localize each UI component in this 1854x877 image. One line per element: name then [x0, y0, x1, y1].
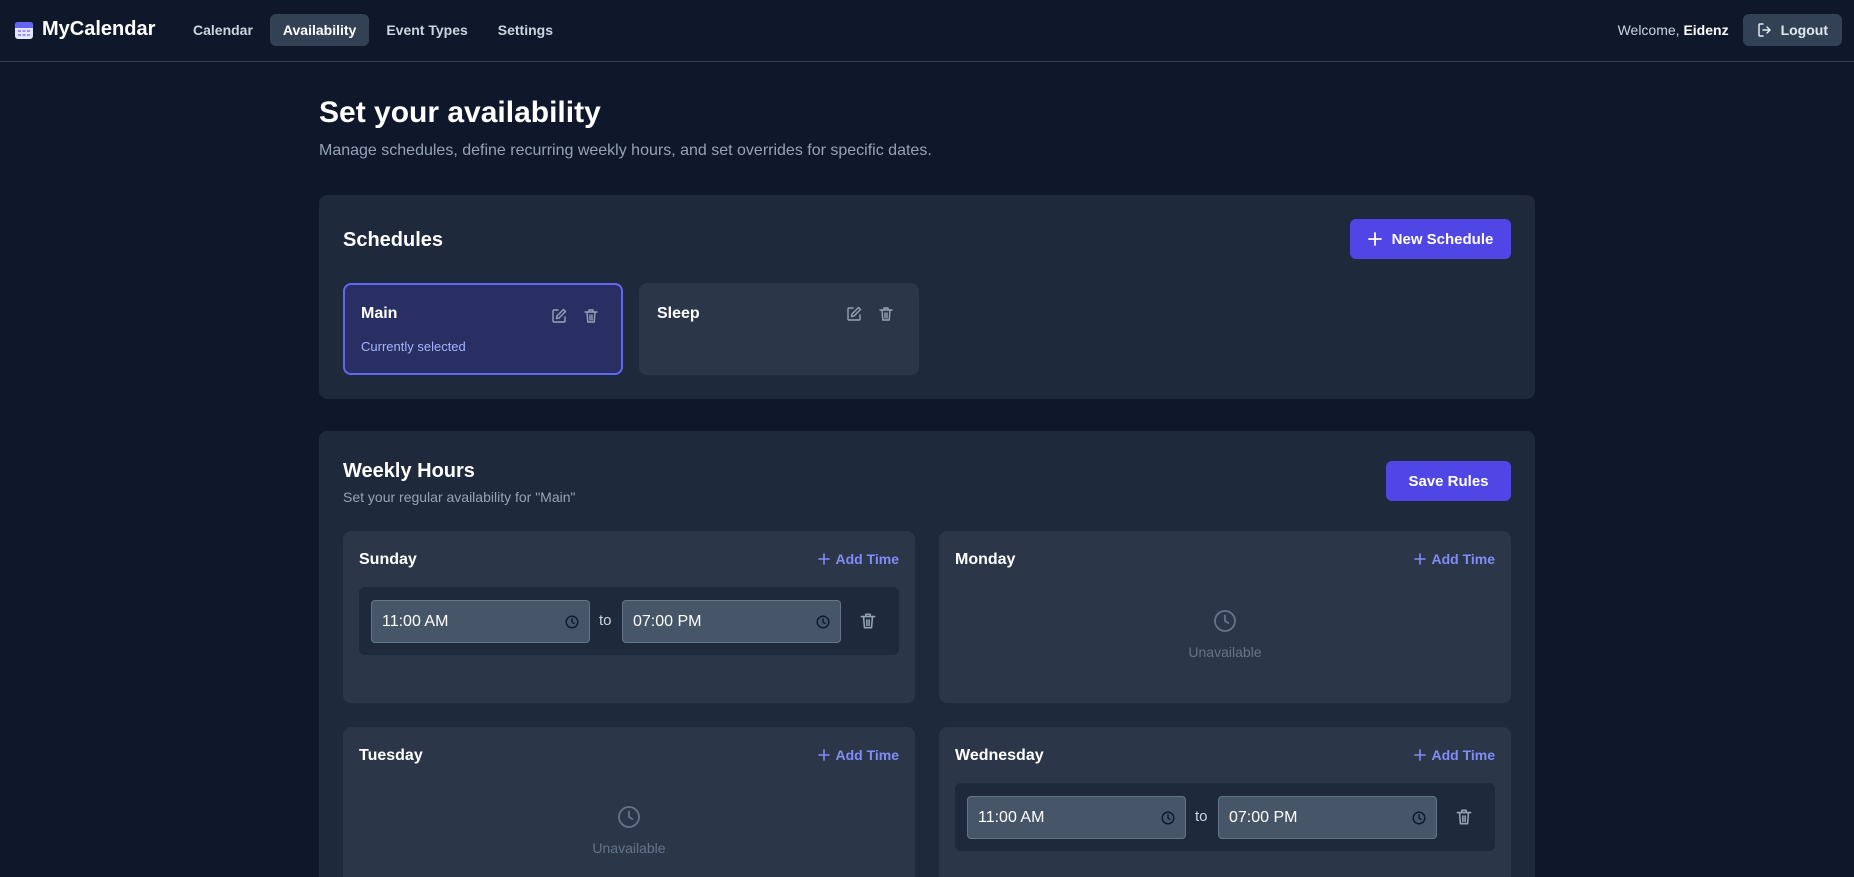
start-time-input[interactable]: 11:00 AM	[371, 600, 590, 643]
page-subtitle: Manage schedules, define recurring weekl…	[319, 142, 932, 159]
weekly-hours-subtitle: Set your regular availability for "Main"	[343, 489, 576, 505]
plus-icon	[1367, 232, 1382, 246]
clock-icon[interactable]	[1412, 810, 1426, 825]
page-title: Set your availability	[319, 96, 601, 129]
day-name: Sunday	[359, 551, 417, 568]
nav-user-area: Welcome, Eidenz Logout	[1618, 14, 1842, 46]
time-slot: 11:00 AM to 07:00 PM	[359, 587, 899, 655]
day-name: Wednesday	[955, 747, 1044, 764]
weekly-hours-card: Weekly Hours Set your regular availabili…	[319, 431, 1535, 877]
trash-icon[interactable]	[582, 307, 600, 325]
day-panel-monday: Monday Add Time Unavailable	[939, 531, 1511, 703]
top-navbar: MyCalendar Calendar Availability Event T…	[0, 0, 1854, 62]
day-name: Tuesday	[359, 747, 423, 764]
plus-icon	[818, 749, 831, 761]
start-time-value: 11:00 AM	[978, 808, 1045, 826]
schedules-title: Schedules	[343, 229, 444, 251]
clock-icon[interactable]	[1161, 810, 1175, 825]
unavailable-text: Unavailable	[1188, 644, 1262, 660]
end-time-value: 07:00 PM	[1229, 808, 1298, 826]
username: Eidenz	[1683, 22, 1729, 38]
logout-label: Logout	[1780, 22, 1828, 38]
trash-icon[interactable]	[877, 305, 895, 323]
welcome-text: Welcome, Eidenz	[1618, 22, 1729, 38]
logout-button[interactable]: Logout	[1742, 14, 1842, 46]
trash-icon[interactable]	[858, 611, 878, 631]
edit-icon[interactable]	[550, 307, 568, 325]
welcome-prefix: Welcome,	[1617, 22, 1680, 38]
add-time-button[interactable]: Add Time	[1414, 747, 1495, 763]
calendar-icon	[15, 21, 33, 39]
end-time-value: 07:00 PM	[633, 612, 702, 630]
schedule-tile-sleep[interactable]: Sleep	[639, 283, 919, 375]
new-schedule-button[interactable]: New Schedule	[1350, 219, 1511, 259]
add-time-button[interactable]: Add Time	[818, 551, 899, 567]
schedule-name: Main	[361, 305, 398, 322]
nav-link-availability[interactable]: Availability	[269, 14, 370, 46]
clock-icon	[618, 806, 640, 828]
start-time-value: 11:00 AM	[382, 612, 449, 630]
add-time-label: Add Time	[835, 747, 899, 763]
unavailable-state: Unavailable	[939, 609, 1511, 660]
to-label: to	[599, 612, 612, 629]
unavailable-state: Unavailable	[343, 805, 915, 856]
plus-icon	[818, 553, 831, 565]
add-time-button[interactable]: Add Time	[1414, 551, 1495, 567]
clock-icon[interactable]	[816, 614, 830, 629]
schedule-name: Sleep	[657, 305, 700, 322]
plus-icon	[1414, 749, 1427, 761]
save-rules-button[interactable]: Save Rules	[1386, 461, 1511, 501]
save-rules-label: Save Rules	[1408, 472, 1489, 490]
schedules-card: Schedules New Schedule Main Currently se…	[319, 195, 1535, 399]
time-slot: 11:00 AM to 07:00 PM	[955, 783, 1495, 851]
nav-link-event-types[interactable]: Event Types	[373, 14, 480, 46]
nav-link-settings[interactable]: Settings	[485, 14, 566, 46]
day-name: Monday	[955, 551, 1016, 568]
nav-links: Calendar Availability Event Types Settin…	[180, 14, 566, 46]
day-panel-sunday: Sunday Add Time 11:00 AM to 07:00 PM	[343, 531, 915, 703]
new-schedule-label: New Schedule	[1391, 230, 1494, 248]
end-time-input[interactable]: 07:00 PM	[1218, 796, 1437, 839]
nav-link-calendar[interactable]: Calendar	[180, 14, 266, 46]
end-time-input[interactable]: 07:00 PM	[622, 600, 841, 643]
weekly-hours-title: Weekly Hours	[343, 460, 475, 482]
add-time-button[interactable]: Add Time	[818, 747, 899, 763]
brand[interactable]: MyCalendar	[14, 18, 155, 41]
trash-icon[interactable]	[1454, 807, 1474, 827]
add-time-label: Add Time	[1431, 551, 1495, 567]
to-label: to	[1195, 808, 1208, 825]
day-panel-tuesday: Tuesday Add Time Unavailable	[343, 727, 915, 877]
start-time-input[interactable]: 11:00 AM	[967, 796, 1186, 839]
brand-name: MyCalendar	[42, 18, 156, 40]
add-time-label: Add Time	[835, 551, 899, 567]
clock-icon	[1214, 610, 1236, 632]
edit-icon[interactable]	[845, 305, 863, 323]
logout-icon	[1757, 23, 1771, 37]
schedule-tile-main[interactable]: Main Currently selected	[343, 283, 623, 375]
schedule-selected-status: Currently selected	[361, 339, 466, 354]
clock-icon[interactable]	[565, 614, 579, 629]
unavailable-text: Unavailable	[592, 840, 666, 856]
plus-icon	[1414, 553, 1427, 565]
add-time-label: Add Time	[1431, 747, 1495, 763]
day-panel-wednesday: Wednesday Add Time 11:00 AM to 07:00 PM	[939, 727, 1511, 877]
